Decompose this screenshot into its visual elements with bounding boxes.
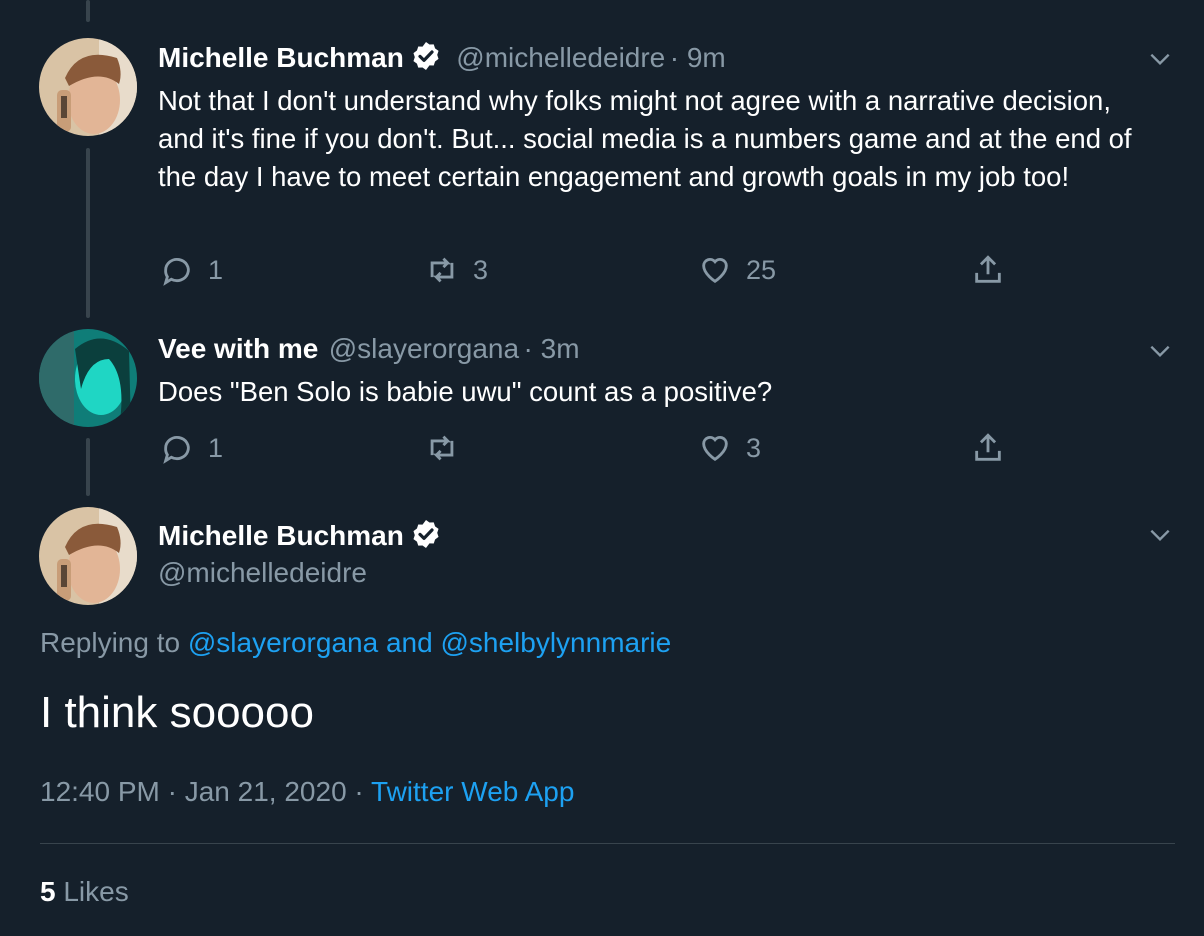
verified-badge-icon [410, 518, 442, 550]
reply-user-link[interactable]: @slayerorgana [188, 627, 378, 658]
reply-count: 1 [208, 432, 224, 463]
like-button[interactable]: 3 [698, 431, 761, 465]
likes-stat[interactable]: 5 Likes [40, 876, 129, 908]
like-button[interactable]: 25 [698, 253, 776, 287]
reply-count: 1 [208, 254, 224, 285]
share-button[interactable] [971, 253, 1005, 287]
avatar[interactable] [39, 507, 137, 605]
tweet-text: Not that I don't understand why folks mi… [158, 85, 1132, 192]
retweet-icon [430, 435, 454, 461]
tweet-source[interactable]: Twitter Web App [371, 776, 574, 807]
tweet-text: I think sooooo [40, 688, 314, 737]
author-handle[interactable]: @michelledeidre [456, 42, 665, 73]
thread-line-top [86, 0, 90, 22]
tweet-time[interactable]: · 3m [524, 333, 580, 364]
retweet-button[interactable]: 3 [425, 253, 488, 287]
avatar[interactable] [39, 38, 137, 136]
author-handle[interactable]: @michelledeidre [158, 557, 367, 589]
share-icon [975, 433, 1001, 461]
likes-label: Likes [63, 876, 129, 907]
divider [40, 843, 1175, 844]
retweet-count: 3 [473, 254, 489, 285]
author-name[interactable]: Michelle Buchman [158, 520, 404, 551]
chevron-down-icon[interactable] [1147, 338, 1173, 364]
author-handle[interactable]: @slayerorgana [329, 333, 519, 364]
replying-prefix: Replying to [40, 627, 181, 658]
author-name[interactable]: Michelle Buchman [158, 42, 404, 73]
reply-icon [163, 436, 190, 464]
reply-button[interactable]: 1 [160, 431, 223, 465]
thread-line-1 [86, 148, 90, 318]
like-count: 3 [746, 432, 762, 463]
heart-icon [702, 258, 728, 284]
share-icon [975, 255, 1001, 283]
reply-icon [163, 258, 190, 286]
tweet-time[interactable]: · 9m [670, 42, 726, 73]
tweet-timestamp[interactable]: 12:40 PM · Jan 21, 2020 · [40, 776, 364, 807]
like-count: 25 [746, 254, 777, 285]
avatar[interactable] [39, 329, 137, 427]
chevron-down-icon[interactable] [1147, 46, 1173, 72]
thread-line-2 [86, 438, 90, 496]
verified-badge-icon [410, 40, 442, 72]
retweet-button[interactable] [425, 431, 473, 465]
retweet-icon [430, 257, 454, 283]
share-button[interactable] [971, 431, 1005, 465]
reply-user-link[interactable]: @shelbylynnmarie [440, 627, 671, 658]
tweet-text: Does "Ben Solo is babie uwu" count as a … [158, 376, 773, 407]
author-name[interactable]: Vee with me [158, 333, 318, 364]
reply-button[interactable]: 1 [160, 253, 223, 287]
replying-to: Replying to @slayerorgana and @shelbylyn… [40, 627, 671, 659]
chevron-down-icon[interactable] [1147, 522, 1173, 548]
heart-icon [702, 436, 728, 462]
likes-count: 5 [40, 876, 56, 907]
reply-and[interactable]: and [386, 627, 433, 658]
